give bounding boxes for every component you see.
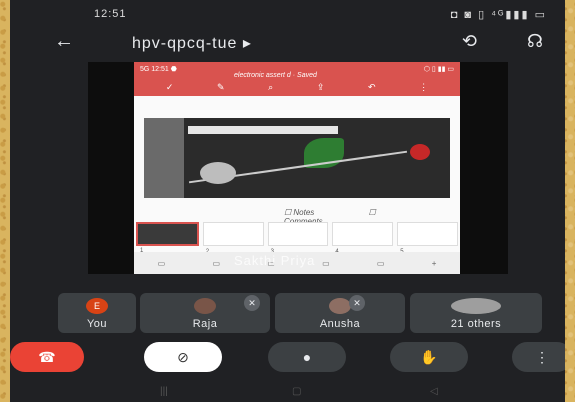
back-icon[interactable]: ◁ bbox=[430, 386, 438, 397]
check-icon: ✓ bbox=[165, 82, 174, 92]
avatar bbox=[329, 298, 351, 314]
participant-tile-others[interactable]: 21 others bbox=[410, 293, 542, 333]
participant-name: You bbox=[86, 318, 108, 330]
share-icon: ⇪ bbox=[316, 82, 325, 92]
status-bar: 12:51 ◘ ◙ ▯ ⁴ᴳ▮▮▮ ▭ bbox=[10, 0, 565, 26]
avatar: E bbox=[86, 298, 108, 314]
mic-toggle-button[interactable]: ● bbox=[268, 342, 346, 372]
recents-icon[interactable]: ||| bbox=[160, 386, 168, 397]
camera-toggle-button[interactable]: ⊘ bbox=[144, 342, 222, 372]
participant-tile-you[interactable]: E You bbox=[58, 293, 136, 333]
avatar bbox=[194, 298, 216, 314]
mic-icon: ● bbox=[302, 349, 312, 365]
mic-off-icon: ✕ bbox=[349, 295, 365, 311]
call-controls: ☎ ⊘ ● ✋ ⋮ bbox=[10, 342, 565, 374]
status-icons: ◘ ◙ ▯ ⁴ᴳ▮▮▮ ▭ bbox=[450, 9, 547, 21]
participant-tile-raja[interactable]: ✕ Raja bbox=[140, 293, 270, 333]
shared-document: 5G 12:51 ⬣ ⬡ ▯ ▮▮ ▭ electronic assert d … bbox=[134, 62, 460, 274]
phone-hangup-icon: ☎ bbox=[38, 349, 56, 365]
doc-status-left: 5G 12:51 ⬣ bbox=[140, 66, 177, 73]
slide-thumb: 2 bbox=[202, 222, 264, 255]
switch-camera-icon[interactable]: ⟲ bbox=[462, 31, 477, 52]
rose-image bbox=[410, 144, 430, 160]
hand-icon: ✋ bbox=[420, 349, 438, 365]
participant-name: 21 others bbox=[450, 318, 502, 330]
doc-toolbar: ✓ ✎ ⌕ ⇪ ↶ ⋮ bbox=[144, 82, 450, 93]
more-icon: ⋮ bbox=[419, 82, 429, 92]
system-nav-bar: ||| ▢ ◁ bbox=[10, 384, 565, 402]
meeting-title[interactable]: hpv-qpcq-tue ▸ bbox=[132, 33, 252, 53]
screen-share-view[interactable]: 5G 12:51 ⬣ ⬡ ▯ ▮▮ ▭ electronic assert d … bbox=[88, 62, 508, 274]
back-arrow-icon[interactable]: ← bbox=[54, 30, 74, 53]
meet-screen: 12:51 ◘ ◙ ▯ ⁴ᴳ▮▮▮ ▭ ← hpv-qpcq-tue ▸ ⟲ ☊… bbox=[10, 0, 565, 402]
camera-off-icon: ⊘ bbox=[177, 349, 189, 365]
slide-thumb: 4 bbox=[332, 222, 394, 255]
doc-status-right: ⬡ ▯ ▮▮ ▭ bbox=[423, 66, 454, 73]
shell-image bbox=[200, 162, 236, 184]
search-icon: ⌕ bbox=[268, 82, 274, 92]
pen-icon: ✎ bbox=[216, 82, 225, 92]
doc-app-bar: 5G 12:51 ⬣ ⬡ ▯ ▮▮ ▭ electronic assert d … bbox=[134, 62, 460, 96]
end-call-button[interactable]: ☎ bbox=[10, 342, 84, 372]
meeting-header: ← hpv-qpcq-tue ▸ ⟲ ☊ bbox=[10, 28, 565, 58]
slide-thumb: 3 bbox=[267, 222, 329, 255]
participant-strip: E You ✕ Raja ✕ Anusha 21 others bbox=[58, 293, 542, 333]
avatar-group bbox=[451, 298, 501, 314]
participant-name: Raja bbox=[192, 318, 218, 330]
mic-off-icon: ✕ bbox=[244, 295, 260, 311]
slide-preview bbox=[144, 118, 450, 198]
doc-title: electronic assert d · Saved bbox=[234, 72, 317, 79]
more-vert-icon: ⋮ bbox=[535, 349, 549, 365]
slide-thumb: 5 bbox=[397, 222, 458, 255]
raise-hand-button[interactable]: ✋ bbox=[390, 342, 468, 372]
home-icon[interactable]: ▢ bbox=[292, 386, 301, 397]
participant-tile-anusha[interactable]: ✕ Anusha bbox=[275, 293, 405, 333]
notes-label: ☐ Notes bbox=[284, 208, 315, 217]
undo-icon: ↶ bbox=[368, 82, 376, 92]
slide-thumbnails: 1 2 3 4 5 bbox=[136, 222, 458, 255]
more-options-button[interactable]: ⋮ bbox=[512, 342, 565, 372]
participant-name: Anusha bbox=[319, 318, 361, 330]
status-time: 12:51 bbox=[94, 8, 127, 20]
slide-thumb: 1 bbox=[136, 222, 199, 254]
presenter-name: Sakthi Priya bbox=[234, 253, 316, 268]
headphones-icon[interactable]: ☊ bbox=[527, 31, 543, 52]
